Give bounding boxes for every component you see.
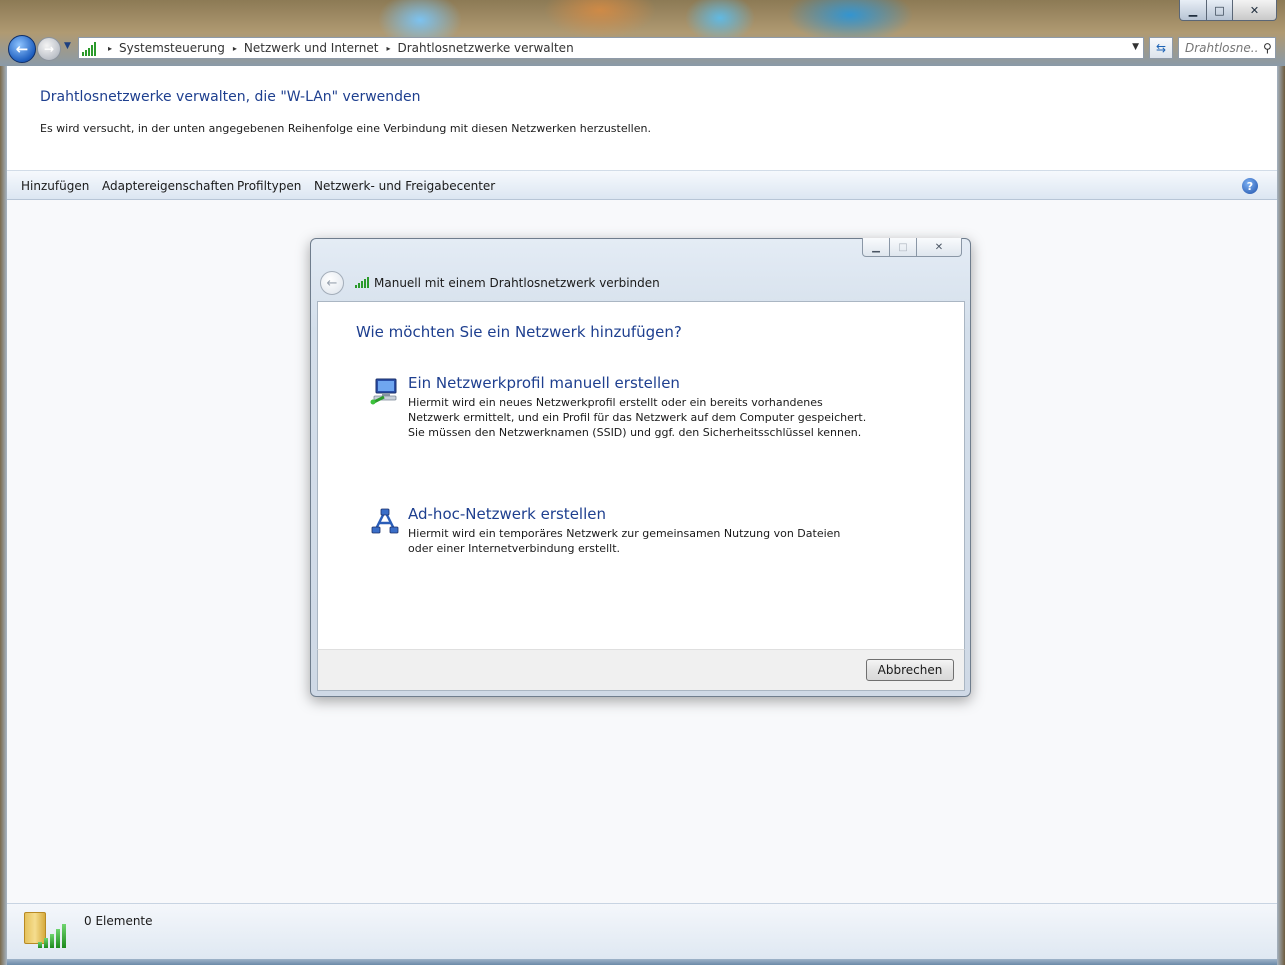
dialog-minimize-button[interactable]: ▁ <box>862 238 890 257</box>
page-subtitle: Es wird versucht, in der unten angegeben… <box>40 122 651 135</box>
breadcrumb-systemsteuerung[interactable]: Systemsteuerung <box>119 41 225 55</box>
profile-types-button[interactable]: Profiltypen <box>237 179 301 193</box>
window-controls: ▁ □ ✕ <box>1179 0 1277 21</box>
page-header: Drahtlosnetzwerke verwalten, die "W-LAn"… <box>7 66 1277 170</box>
wireless-signal-icon <box>82 40 100 56</box>
description-line: Sie müssen den Netzwerknamen (SSID) und … <box>408 426 862 439</box>
window-border-right <box>1277 66 1285 965</box>
address-dropdown-icon[interactable]: ▼ <box>1132 42 1139 52</box>
command-bar: Hinzufügen Adaptereigenschaften Profilty… <box>7 170 1277 200</box>
adhoc-network-option[interactable]: Ad-hoc-Netzwerk erstellen Hiermit wird e… <box>370 505 910 557</box>
window-titlebar: ▁ □ ✕ ← → ▼ ▸ Systemsteuerung ▸ Netzwerk… <box>0 0 1285 66</box>
adapter-properties-button[interactable]: Adaptereigenschaften <box>102 179 234 193</box>
cancel-button[interactable]: Abbrechen <box>866 659 954 681</box>
help-icon[interactable]: ? <box>1242 178 1258 194</box>
minimize-button[interactable]: ▁ <box>1179 0 1207 21</box>
item-count: 0 Elemente <box>84 914 153 928</box>
search-box[interactable]: ⚲ <box>1178 37 1276 59</box>
search-input[interactable] <box>1183 40 1261 56</box>
forward-button[interactable]: → <box>37 37 61 61</box>
back-button[interactable]: ← <box>8 35 36 63</box>
dialog-footer: Abbrechen <box>317 649 965 691</box>
page-title: Drahtlosnetzwerke verwalten, die "W-LAn"… <box>40 89 421 105</box>
search-icon[interactable]: ⚲ <box>1263 41 1272 55</box>
status-bar: 0 Elemente <box>7 903 1277 959</box>
breadcrumb-drahtlosnetzwerke-verwalten[interactable]: Drahtlosnetzwerke verwalten <box>397 41 573 55</box>
adhoc-network-description: Hiermit wird ein temporäres Netzwerk zur… <box>408 526 840 556</box>
close-button[interactable]: ✕ <box>1233 0 1277 21</box>
add-button[interactable]: Hinzufügen <box>21 179 89 193</box>
wireless-networks-folder-icon <box>24 910 68 950</box>
adhoc-network-icon <box>371 508 399 534</box>
wireless-signal-icon <box>355 276 369 288</box>
breadcrumb-separator[interactable]: ▸ <box>386 44 390 53</box>
manual-profile-option[interactable]: Ein Netzwerkprofil manuell erstellen Hie… <box>370 374 910 440</box>
manual-profile-title[interactable]: Ein Netzwerkprofil manuell erstellen <box>408 374 680 392</box>
adhoc-network-title[interactable]: Ad-hoc-Netzwerk erstellen <box>408 505 606 523</box>
breadcrumb-netzwerk-und-internet[interactable]: Netzwerk und Internet <box>244 41 379 55</box>
network-computer-icon <box>370 378 397 405</box>
refresh-button[interactable]: ⇆ <box>1149 37 1173 59</box>
description-line: Hiermit wird ein neues Netzwerkprofil er… <box>408 396 823 409</box>
manual-profile-description: Hiermit wird ein neues Netzwerkprofil er… <box>408 395 866 440</box>
dialog-title: Manuell mit einem Drahtlosnetzwerk verbi… <box>374 276 660 290</box>
address-bar[interactable]: ▸ Systemsteuerung ▸ Netzwerk und Interne… <box>78 37 1144 59</box>
description-line: Netzwerk ermittelt, und ein Profil für d… <box>408 411 867 424</box>
breadcrumb-separator[interactable]: ▸ <box>233 44 237 53</box>
window-border-bottom <box>7 959 1277 965</box>
maximize-button[interactable]: □ <box>1207 0 1233 21</box>
dialog-question: Wie möchten Sie ein Netzwerk hinzufügen? <box>356 323 682 341</box>
dialog-maximize-button: □ <box>890 238 917 257</box>
navigation-bar: ← → ▼ ▸ Systemsteuerung ▸ Netzwerk und I… <box>8 34 1276 63</box>
add-network-dialog: ▁ □ ✕ ← Manuell mit einem Drahtlosnetzwe… <box>310 238 971 697</box>
dialog-close-button[interactable]: ✕ <box>917 238 962 257</box>
description-line: oder einer Internetverbindung erstellt. <box>408 542 620 555</box>
recent-pages-dropdown[interactable]: ▼ <box>64 41 71 51</box>
dialog-window-controls: ▁ □ ✕ <box>862 238 962 257</box>
description-line: Hiermit wird ein temporäres Netzwerk zur… <box>408 527 841 540</box>
dialog-back-button[interactable]: ← <box>320 271 344 295</box>
network-sharing-center-button[interactable]: Netzwerk- und Freigabecenter <box>314 179 495 193</box>
dialog-body: Wie möchten Sie ein Netzwerk hinzufügen?… <box>317 301 965 649</box>
window-border-left <box>0 66 7 965</box>
breadcrumb-separator[interactable]: ▸ <box>108 44 112 53</box>
